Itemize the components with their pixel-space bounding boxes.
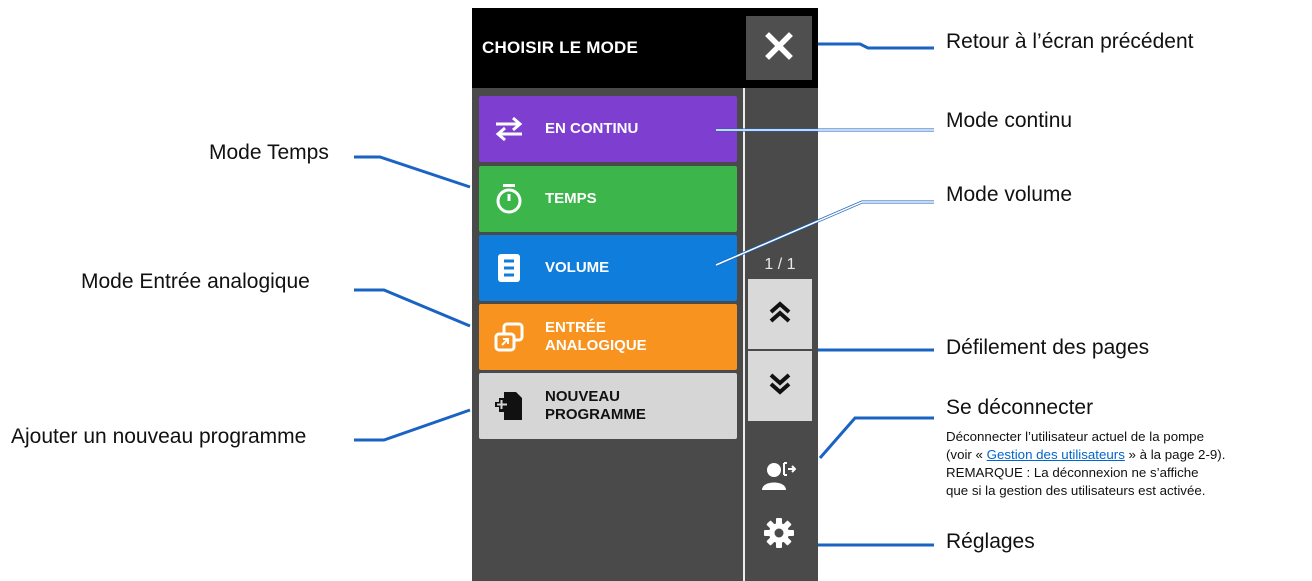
new-program-icon <box>493 390 525 422</box>
mode-time-button[interactable]: TEMPS <box>479 166 737 232</box>
leader-new-program <box>354 408 471 442</box>
logout-desc-line-1: Déconnecter l’utilisateur actuel de la p… <box>946 429 1204 444</box>
leader-logout <box>818 416 934 459</box>
double-chevron-up-icon <box>768 299 792 330</box>
logout-desc-line-2: (voir « Gestion des utilisateurs » à la … <box>946 446 1306 464</box>
mode-time-label: TEMPS <box>545 190 597 207</box>
leader-back <box>818 42 934 50</box>
user-logout-icon <box>762 461 797 496</box>
mode-analog-label: ENTRÉE ANALOGIQUE <box>545 319 647 354</box>
page-counter: 1 / 1 <box>764 256 796 273</box>
mode-volume-label: VOLUME <box>545 259 610 276</box>
new-program-label: NOUVEAU PROGRAMME <box>545 388 646 423</box>
scroll-down-button[interactable] <box>748 351 812 421</box>
leader-analog <box>354 288 471 328</box>
double-chevron-down-icon <box>768 371 792 402</box>
logout-button[interactable] <box>754 455 804 501</box>
mode-continuous-label: EN CONTINU <box>545 120 639 137</box>
callout-analog: Mode Entrée analogique <box>81 270 310 293</box>
volume-doc-icon <box>493 252 525 284</box>
callout-logout: Se déconnecter <box>946 396 1094 419</box>
mode-continuous-button[interactable]: EN CONTINU <box>479 96 737 162</box>
stopwatch-icon <box>493 183 525 215</box>
callout-continuous: Mode continu <box>946 109 1073 132</box>
close-button[interactable] <box>746 16 812 80</box>
gear-icon <box>763 517 795 554</box>
page-title: CHOISIR LE MODE <box>482 38 639 57</box>
analog-input-icon <box>493 321 525 353</box>
close-icon <box>764 31 794 66</box>
mode-analog-button[interactable]: ENTRÉE ANALOGIQUE <box>479 304 737 370</box>
continuous-arrows-icon <box>493 113 525 145</box>
callout-new-program: Ajouter un nouveau programme <box>11 425 307 448</box>
callout-logout-description: Déconnecter l’utilisateur actuel de la p… <box>946 428 1306 500</box>
logout-desc-suffix: » à la page 2-9). <box>1124 447 1226 462</box>
settings-button[interactable] <box>754 512 804 558</box>
callout-volume: Mode volume <box>946 183 1073 206</box>
callout-time: Mode Temps <box>209 141 329 164</box>
logout-desc-line-3: REMARQUE : La déconnexion ne s’affiche <box>946 465 1199 480</box>
mode-volume-button[interactable]: VOLUME <box>479 235 737 301</box>
leader-time <box>354 155 471 189</box>
callout-scroll: Défilement des pages <box>946 336 1150 359</box>
right-column-divider <box>743 88 745 581</box>
callout-back: Retour à l’écran précédent <box>946 30 1194 53</box>
logout-desc-line-4: que si la gestion des utilisateurs est a… <box>946 483 1206 498</box>
user-management-link[interactable]: Gestion des utilisateurs <box>987 447 1125 462</box>
header-bar: CHOISIR LE MODE <box>472 8 818 88</box>
logout-desc-prefix: (voir « <box>946 447 987 462</box>
new-program-button[interactable]: NOUVEAU PROGRAMME <box>479 373 737 439</box>
callout-settings: Réglages <box>946 530 1035 553</box>
scroll-up-button[interactable] <box>748 279 812 349</box>
pump-screen: CHOISIR LE MODE EN CONTINU TEMPS VOLUME … <box>472 8 818 581</box>
